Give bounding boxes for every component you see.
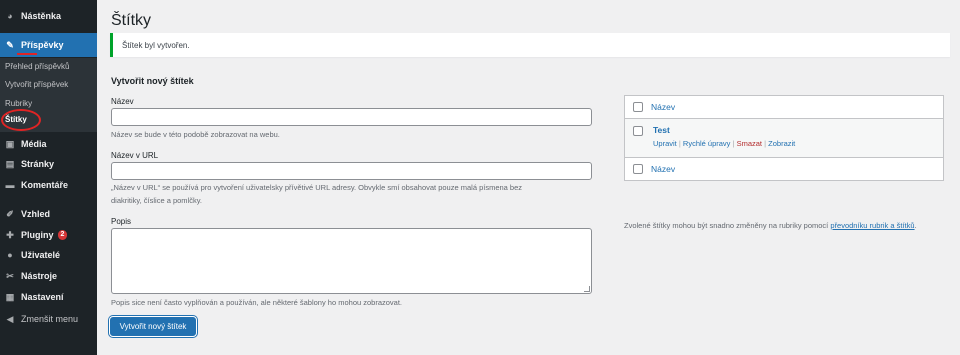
- name-help: Název se bude v této podobě zobrazovat n…: [111, 130, 280, 139]
- menu-label: Komentáře: [21, 180, 69, 190]
- tag-converter-note: Zvolené štítky mohou být snadno změněny …: [624, 221, 917, 230]
- select-all-checkbox-footer[interactable]: [633, 164, 643, 174]
- annotation-underline: [17, 53, 37, 55]
- quick-edit-link[interactable]: Rychlé úpravy: [683, 139, 731, 148]
- success-notice: Štítek byl vytvořen.: [110, 33, 950, 57]
- menu-label: Příspěvky: [21, 40, 64, 50]
- menu-label: Pluginy: [21, 230, 54, 240]
- column-name-sort-link[interactable]: Název: [651, 102, 675, 112]
- menu-label: Stránky: [21, 159, 55, 169]
- row-actions: Upravit | Rychlé úpravy | Smazat | Zobra…: [653, 139, 795, 148]
- wrench-icon: ✂: [6, 270, 14, 281]
- menu-label: Zmenšit menu: [21, 314, 79, 324]
- column-name-sort-link-footer[interactable]: Název: [651, 164, 675, 174]
- slug-help-line-2: diakritiky, číslice a pomlčky.: [111, 196, 202, 205]
- annotation-circle: [1, 109, 41, 131]
- submenu-item-new-post[interactable]: Vytvořit příspěvek: [5, 80, 68, 89]
- description-help: Popis sice není často vyplňován a použív…: [111, 298, 403, 307]
- collapse-menu-button[interactable]: ◀ Zmenšit menu: [0, 310, 97, 328]
- menu-item-tools[interactable]: ✂ Nástroje: [0, 267, 97, 285]
- menu-label: Vzhled: [21, 209, 51, 219]
- note-text: Zvolené štítky mohou být snadno změněny …: [624, 221, 831, 230]
- table-row: Test Upravit | Rychlé úpravy | Smazat | …: [625, 119, 943, 157]
- select-all-checkbox[interactable]: [633, 102, 643, 112]
- submenu-item-all-posts[interactable]: Přehled příspěvků: [5, 62, 69, 71]
- admin-sidebar: ◕ Nástěnka ✎ Příspěvky Přehled příspěvků…: [0, 0, 97, 355]
- plugin-icon: ✚: [6, 229, 14, 240]
- table-footer: Název: [625, 157, 943, 180]
- menu-item-appearance[interactable]: ✐ Vzhled: [0, 205, 97, 223]
- table-header: Název: [625, 96, 943, 119]
- pushpin-icon: ✎: [6, 39, 14, 50]
- menu-item-dashboard[interactable]: ◕ Nástěnka: [0, 7, 97, 25]
- update-count-badge: 2: [57, 230, 68, 240]
- slug-help-line-1: „Název v URL“ se používá pro vytvoření u…: [111, 183, 523, 192]
- dashboard-icon: ◕: [7, 11, 13, 21]
- comment-icon: ▬: [5, 180, 15, 190]
- name-label: Název: [111, 97, 134, 106]
- tags-table: Název Test Upravit | Rychlé úpravy | Sma…: [624, 95, 944, 181]
- settings-icon: ▦: [5, 291, 15, 302]
- slug-label: Název v URL: [111, 151, 159, 160]
- description-label: Popis: [111, 217, 132, 226]
- create-tag-button[interactable]: Vytvořit nový štítek: [110, 317, 196, 336]
- menu-label: Nástěnka: [21, 11, 62, 21]
- menu-item-media[interactable]: ▣ Média: [0, 135, 97, 153]
- name-input[interactable]: [111, 108, 592, 126]
- menu-item-posts[interactable]: ✎ Příspěvky: [0, 33, 97, 57]
- row-checkbox[interactable]: [633, 126, 643, 136]
- view-link[interactable]: Zobrazit: [768, 139, 795, 148]
- menu-label: Nástroje: [21, 271, 58, 281]
- menu-item-comments[interactable]: ▬ Komentáře: [0, 176, 97, 194]
- collapse-icon: ◀: [6, 313, 14, 324]
- main-content: Štítky Štítek byl vytvořen. Vytvořit nov…: [97, 0, 960, 355]
- menu-item-settings[interactable]: ▦ Nastavení: [0, 288, 97, 306]
- submenu-item-categories[interactable]: Rubriky: [5, 99, 32, 108]
- notice-text: Štítek byl vytvořen.: [122, 40, 190, 50]
- menu-label: Uživatelé: [21, 250, 61, 260]
- media-icon: ▣: [5, 138, 15, 149]
- menu-item-users[interactable]: ● Uživatelé: [0, 246, 97, 264]
- tag-converter-link[interactable]: převodníku rubrik a štítků: [830, 221, 914, 230]
- menu-label: Média: [21, 139, 47, 149]
- resize-handle-icon[interactable]: [584, 286, 590, 292]
- delete-link[interactable]: Smazat: [737, 139, 762, 148]
- pages-icon: ▤: [5, 158, 15, 169]
- term-name-link[interactable]: Test: [653, 125, 670, 135]
- slug-input[interactable]: [111, 162, 592, 180]
- form-heading: Vytvořit nový štítek: [111, 76, 194, 86]
- note-end: .: [914, 221, 917, 230]
- menu-item-plugins[interactable]: ✚ Pluginy 2: [0, 226, 97, 244]
- page-title: Štítky: [111, 12, 152, 29]
- menu-label: Nastavení: [21, 292, 64, 302]
- brush-icon: ✐: [6, 208, 14, 219]
- description-textarea[interactable]: [111, 228, 592, 294]
- menu-item-pages[interactable]: ▤ Stránky: [0, 155, 97, 173]
- users-icon: ●: [7, 250, 13, 260]
- edit-link[interactable]: Upravit: [653, 139, 677, 148]
